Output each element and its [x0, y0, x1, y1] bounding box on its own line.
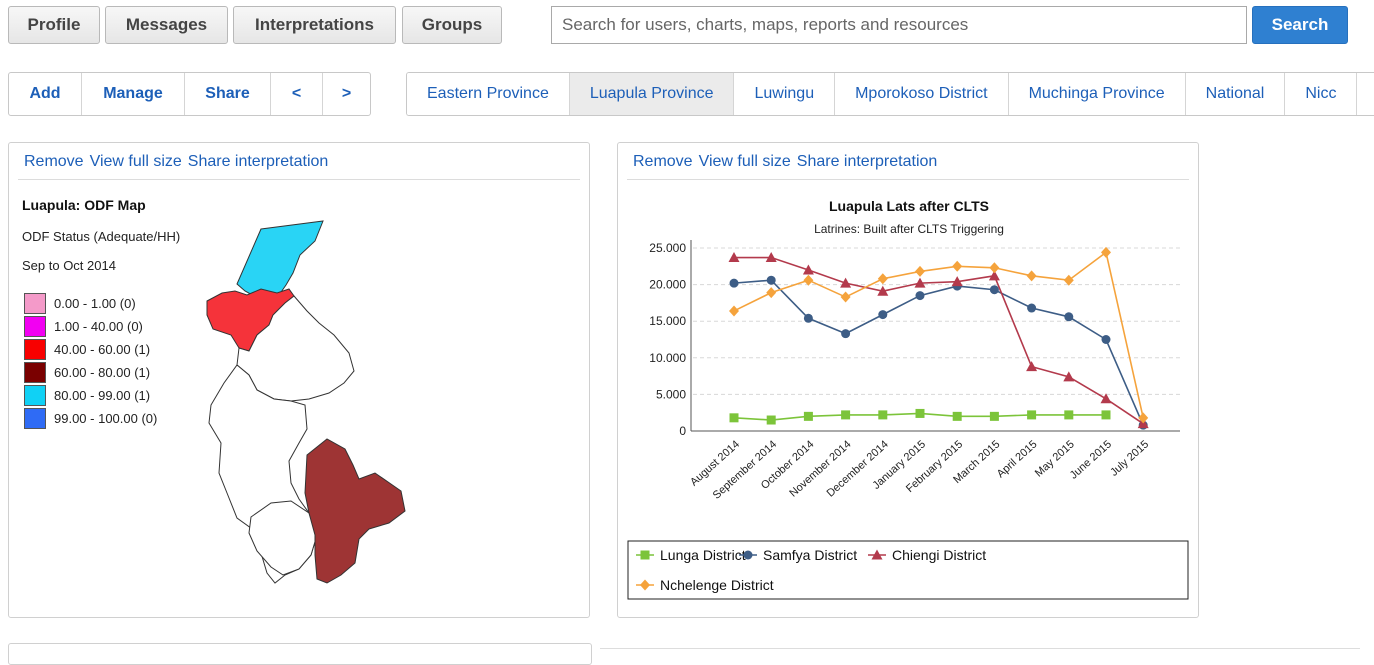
data-point [878, 410, 888, 420]
map-region-north[interactable] [236, 220, 324, 298]
data-point [803, 313, 813, 323]
data-point [803, 411, 813, 421]
dashboard-tab[interactable]: Eastern Province [407, 73, 570, 115]
dashboard-tab[interactable]: Luapula Province [569, 73, 735, 115]
data-point [989, 285, 999, 295]
data-point [1064, 312, 1074, 322]
search-input[interactable] [551, 6, 1247, 44]
add-button[interactable]: Add [9, 73, 82, 115]
chart-subtitle: Latrines: Built after CLTS Triggering [814, 222, 1004, 236]
chart-panel: Remove View full size Share interpretati… [617, 142, 1199, 618]
data-point [1027, 303, 1037, 313]
series-line [734, 256, 1144, 425]
share-button[interactable]: Share [185, 73, 271, 115]
map-region-south[interactable] [304, 438, 406, 584]
data-point [915, 291, 925, 301]
data-point [952, 260, 963, 272]
dashboard-tabs: Eastern Province Luapula Province Luwingu M… [406, 72, 1374, 116]
legend-label: Lunga District [660, 547, 746, 563]
data-point [915, 408, 925, 418]
legend-label: Nchelenge District [660, 577, 774, 593]
data-point [803, 274, 814, 286]
y-tick-label: 15.000 [649, 314, 686, 328]
series-line [733, 279, 1144, 426]
data-point [840, 291, 851, 303]
series-line [733, 251, 1144, 418]
data-point [840, 277, 852, 288]
data-point [766, 287, 777, 299]
y-tick-label: 10.000 [649, 351, 686, 365]
x-tick-label: April 2015 [995, 438, 1040, 480]
data-point [1026, 361, 1038, 372]
y-tick-label: 5.000 [656, 387, 686, 401]
data-point [729, 413, 739, 423]
legend-label: Samfya District [763, 547, 857, 563]
data-point [877, 273, 888, 285]
groups-button[interactable]: Groups [402, 6, 502, 44]
data-point [1027, 410, 1037, 420]
interpretations-button[interactable]: Interpretations [233, 6, 396, 44]
x-tick-label: June 2015 [1068, 438, 1114, 481]
dashboard-tab[interactable]: Luwingu [734, 73, 836, 115]
legend-marker [743, 550, 753, 560]
data-point [878, 310, 888, 320]
y-tick-label: 0 [679, 424, 686, 438]
data-point [1064, 410, 1074, 420]
y-tick-label: 20.000 [649, 278, 686, 292]
chart-title: Luapula Lats after CLTS [829, 198, 989, 214]
data-point [1063, 274, 1074, 286]
divider [600, 648, 1360, 649]
data-point [841, 329, 851, 339]
dashboard-tab[interactable]: Nicc [1285, 73, 1358, 115]
data-point [915, 265, 925, 277]
y-tick-label: 25.000 [649, 241, 686, 255]
dashboard-toolbar: Add Manage Share < > [8, 72, 371, 116]
dashboard-tab[interactable]: National [1185, 73, 1286, 115]
dashboard-tab[interactable]: Muchinga Province [1008, 73, 1186, 115]
search-button[interactable]: Search [1252, 6, 1348, 44]
data-point [989, 411, 999, 421]
data-point [989, 262, 1000, 274]
next-button[interactable]: > [323, 73, 370, 115]
map-panel: Remove View full size Share interpretati… [8, 142, 590, 618]
legend-label: Chiengi District [892, 547, 986, 563]
x-tick-label: September 2014 [711, 438, 779, 501]
data-point [1101, 246, 1111, 258]
next-panel [8, 643, 592, 665]
data-point [766, 415, 776, 425]
data-point [952, 411, 962, 421]
data-point [841, 410, 851, 420]
dashboard-tab[interactable]: Mporokoso District [835, 73, 1009, 115]
messages-button[interactable]: Messages [105, 6, 228, 44]
data-point [1026, 270, 1037, 282]
data-point [729, 278, 739, 288]
manage-button[interactable]: Manage [82, 73, 185, 115]
data-point [1101, 335, 1111, 344]
profile-button[interactable]: Profile [8, 6, 100, 44]
map-region-southwest[interactable] [248, 500, 318, 576]
data-point [729, 305, 739, 317]
line-chart: Luapula Lats after CLTS Latrines: Built a… [627, 198, 1189, 600]
data-point [766, 275, 776, 285]
province-map[interactable] [9, 143, 589, 617]
previous-button[interactable]: < [271, 73, 323, 115]
x-tick-label: July 2015 [1108, 438, 1151, 478]
data-point [1101, 410, 1111, 420]
legend-marker [640, 550, 650, 560]
